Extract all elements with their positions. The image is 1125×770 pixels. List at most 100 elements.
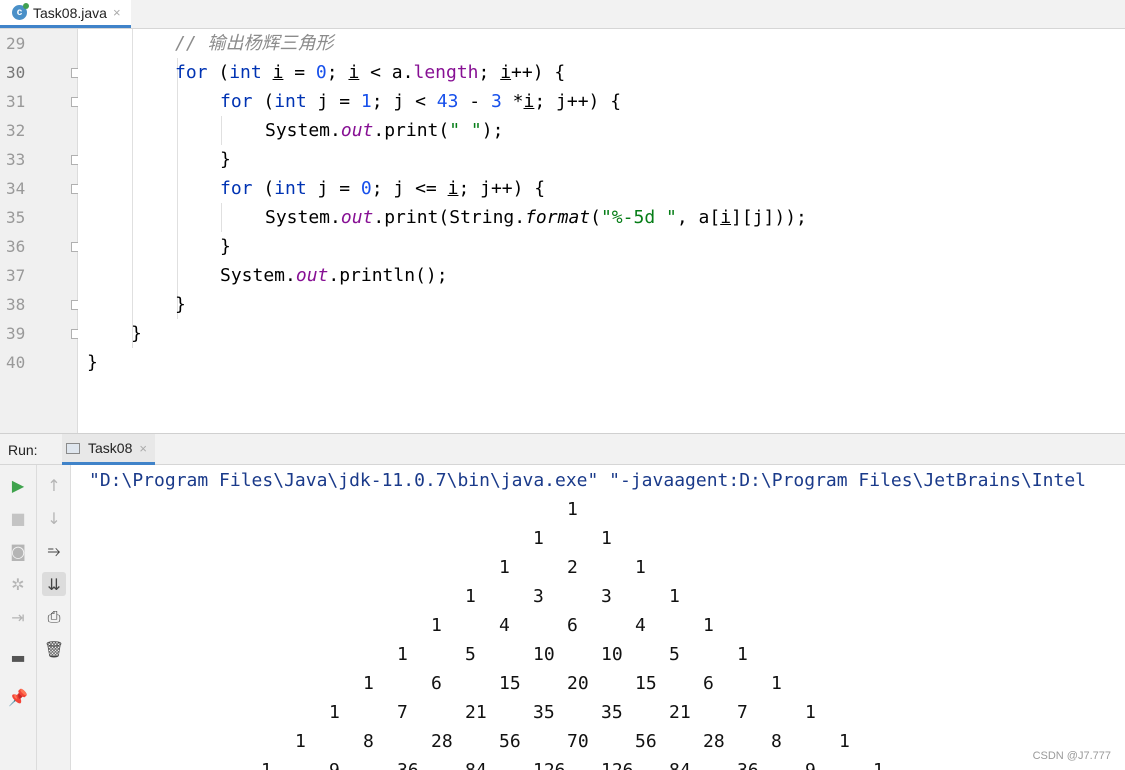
code-line-30: for (int i = 0; i < a.length; i++) { bbox=[175, 62, 566, 83]
run-toolbar-primary: ▶ ■ ◙ ✲ ⇥ ▬ 📌 bbox=[0, 465, 37, 770]
code-line-31: for (int j = 1; j < 43 - 3 *i; j++) { bbox=[220, 91, 622, 112]
stop-icon[interactable]: ■ bbox=[6, 506, 30, 530]
trash-icon[interactable]: 🗑 bbox=[42, 637, 66, 661]
camera-icon[interactable]: ◙ bbox=[6, 539, 30, 563]
triangle-value: 3 bbox=[601, 586, 612, 607]
triangle-value: 1 bbox=[363, 673, 374, 694]
triangle-value: 28 bbox=[703, 731, 725, 752]
triangle-value: 6 bbox=[567, 615, 578, 636]
down-arrow-icon[interactable]: ↓ bbox=[42, 506, 66, 530]
line-number: 32 bbox=[6, 121, 26, 140]
triangle-value: 1 bbox=[261, 760, 272, 770]
triangle-value: 2 bbox=[567, 557, 578, 578]
triangle-value: 1 bbox=[397, 644, 408, 665]
triangle-value: 56 bbox=[499, 731, 521, 752]
triangle-value: 1 bbox=[567, 499, 578, 520]
triangle-value: 20 bbox=[567, 673, 589, 694]
triangle-value: 1 bbox=[703, 615, 714, 636]
up-arrow-icon[interactable]: ↑ bbox=[42, 473, 66, 497]
triangle-value: 36 bbox=[397, 760, 419, 770]
code-line-40: } bbox=[87, 352, 98, 373]
triangle-value: 1 bbox=[771, 673, 782, 694]
line-number: 30 bbox=[6, 63, 26, 82]
run-label: Run: bbox=[8, 442, 38, 458]
line-number: 39 bbox=[6, 324, 26, 343]
triangle-value: 1 bbox=[499, 557, 510, 578]
triangle-value: 10 bbox=[533, 644, 555, 665]
debug-gear-icon[interactable]: ✲ bbox=[6, 572, 30, 596]
triangle-value: 6 bbox=[703, 673, 714, 694]
indent-guide bbox=[221, 203, 222, 232]
java-class-icon: c bbox=[12, 3, 29, 20]
triangle-value: 1 bbox=[295, 731, 306, 752]
triangle-value: 35 bbox=[533, 702, 555, 723]
line-number: 34 bbox=[6, 179, 26, 198]
run-icon[interactable]: ▶ bbox=[6, 473, 30, 497]
triangle-value: 10 bbox=[601, 644, 623, 665]
triangle-value: 84 bbox=[465, 760, 487, 770]
triangle-value: 9 bbox=[805, 760, 816, 770]
triangle-value: 1 bbox=[533, 528, 544, 549]
triangle-value: 35 bbox=[601, 702, 623, 723]
triangle-value: 5 bbox=[465, 644, 476, 665]
editor-gutter: 29 30 31 32 33 34 35 36 37 38 39 40 bbox=[0, 29, 81, 433]
tab-task08-java[interactable]: c Task08.java × bbox=[0, 0, 131, 28]
pin-icon[interactable]: 📌 bbox=[6, 685, 30, 709]
tab-label: Task08.java bbox=[33, 4, 107, 21]
tab-close-icon[interactable]: × bbox=[113, 5, 121, 20]
run-tab-task08[interactable]: Task08 × bbox=[62, 434, 155, 465]
watermark: CSDN @J7.777 bbox=[1032, 750, 1111, 762]
triangle-value: 21 bbox=[669, 702, 691, 723]
triangle-value: 84 bbox=[669, 760, 691, 770]
triangle-value: 21 bbox=[465, 702, 487, 723]
triangle-value: 1 bbox=[329, 702, 340, 723]
code-line-39: } bbox=[131, 323, 142, 344]
triangle-value: 36 bbox=[737, 760, 759, 770]
triangle-value: 1 bbox=[737, 644, 748, 665]
code-line-33: } bbox=[220, 149, 231, 170]
triangle-value: 8 bbox=[363, 731, 374, 752]
triangle-value: 1 bbox=[669, 586, 680, 607]
editor-tab-bar: c Task08.java × bbox=[0, 0, 1125, 29]
code-line-36: } bbox=[220, 236, 231, 257]
run-panel-header: Run: Task08 × bbox=[0, 433, 1125, 465]
triangle-value: 4 bbox=[499, 615, 510, 636]
line-number: 35 bbox=[6, 208, 26, 227]
triangle-value: 1 bbox=[839, 731, 850, 752]
triangle-value: 7 bbox=[737, 702, 748, 723]
code-line-38: } bbox=[175, 294, 186, 315]
triangle-value: 1 bbox=[431, 615, 442, 636]
line-number: 40 bbox=[6, 353, 26, 372]
triangle-value: 70 bbox=[567, 731, 589, 752]
run-tab-close-icon[interactable]: × bbox=[139, 441, 147, 456]
code-editor[interactable]: // 输出杨辉三角形 for (int i = 0; i < a.length;… bbox=[78, 29, 1125, 433]
run-toolbar-secondary: ↑ ↓ ⥱ ⇊ ⎙ 🗑 bbox=[37, 465, 71, 770]
code-line-35: System.out.print(String.format("%-5d ", … bbox=[265, 207, 807, 228]
print-icon[interactable]: ⎙ bbox=[42, 605, 66, 629]
line-number: 31 bbox=[6, 92, 26, 111]
code-line-34: for (int j = 0; j <= i; j++) { bbox=[220, 178, 546, 199]
login-icon[interactable]: ⇥ bbox=[6, 605, 30, 629]
indent-guide bbox=[221, 116, 222, 145]
soft-wrap-icon[interactable]: ⥱ bbox=[42, 539, 66, 563]
triangle-value: 56 bbox=[635, 731, 657, 752]
triangle-value: 126 bbox=[601, 760, 634, 770]
console-command-line: "D:\Program Files\Java\jdk-11.0.7\bin\ja… bbox=[89, 470, 1086, 491]
triangle-value: 5 bbox=[669, 644, 680, 665]
triangle-value: 15 bbox=[635, 673, 657, 694]
triangle-value: 3 bbox=[533, 586, 544, 607]
console-output[interactable]: "D:\Program Files\Java\jdk-11.0.7\bin\ja… bbox=[71, 465, 1125, 770]
triangle-value: 15 bbox=[499, 673, 521, 694]
indent-guide bbox=[132, 29, 133, 348]
layout-icon[interactable]: ▬ bbox=[6, 645, 30, 669]
scroll-to-end-icon[interactable]: ⇊ bbox=[42, 572, 66, 596]
code-line-32: System.out.print(" "); bbox=[265, 120, 504, 141]
indent-guide bbox=[177, 58, 178, 319]
triangle-value: 9 bbox=[329, 760, 340, 770]
triangle-value: 6 bbox=[431, 673, 442, 694]
code-line-37: System.out.println(); bbox=[220, 265, 448, 286]
triangle-value: 7 bbox=[397, 702, 408, 723]
line-number: 33 bbox=[6, 150, 26, 169]
console-icon bbox=[66, 442, 80, 454]
line-number: 37 bbox=[6, 266, 26, 285]
